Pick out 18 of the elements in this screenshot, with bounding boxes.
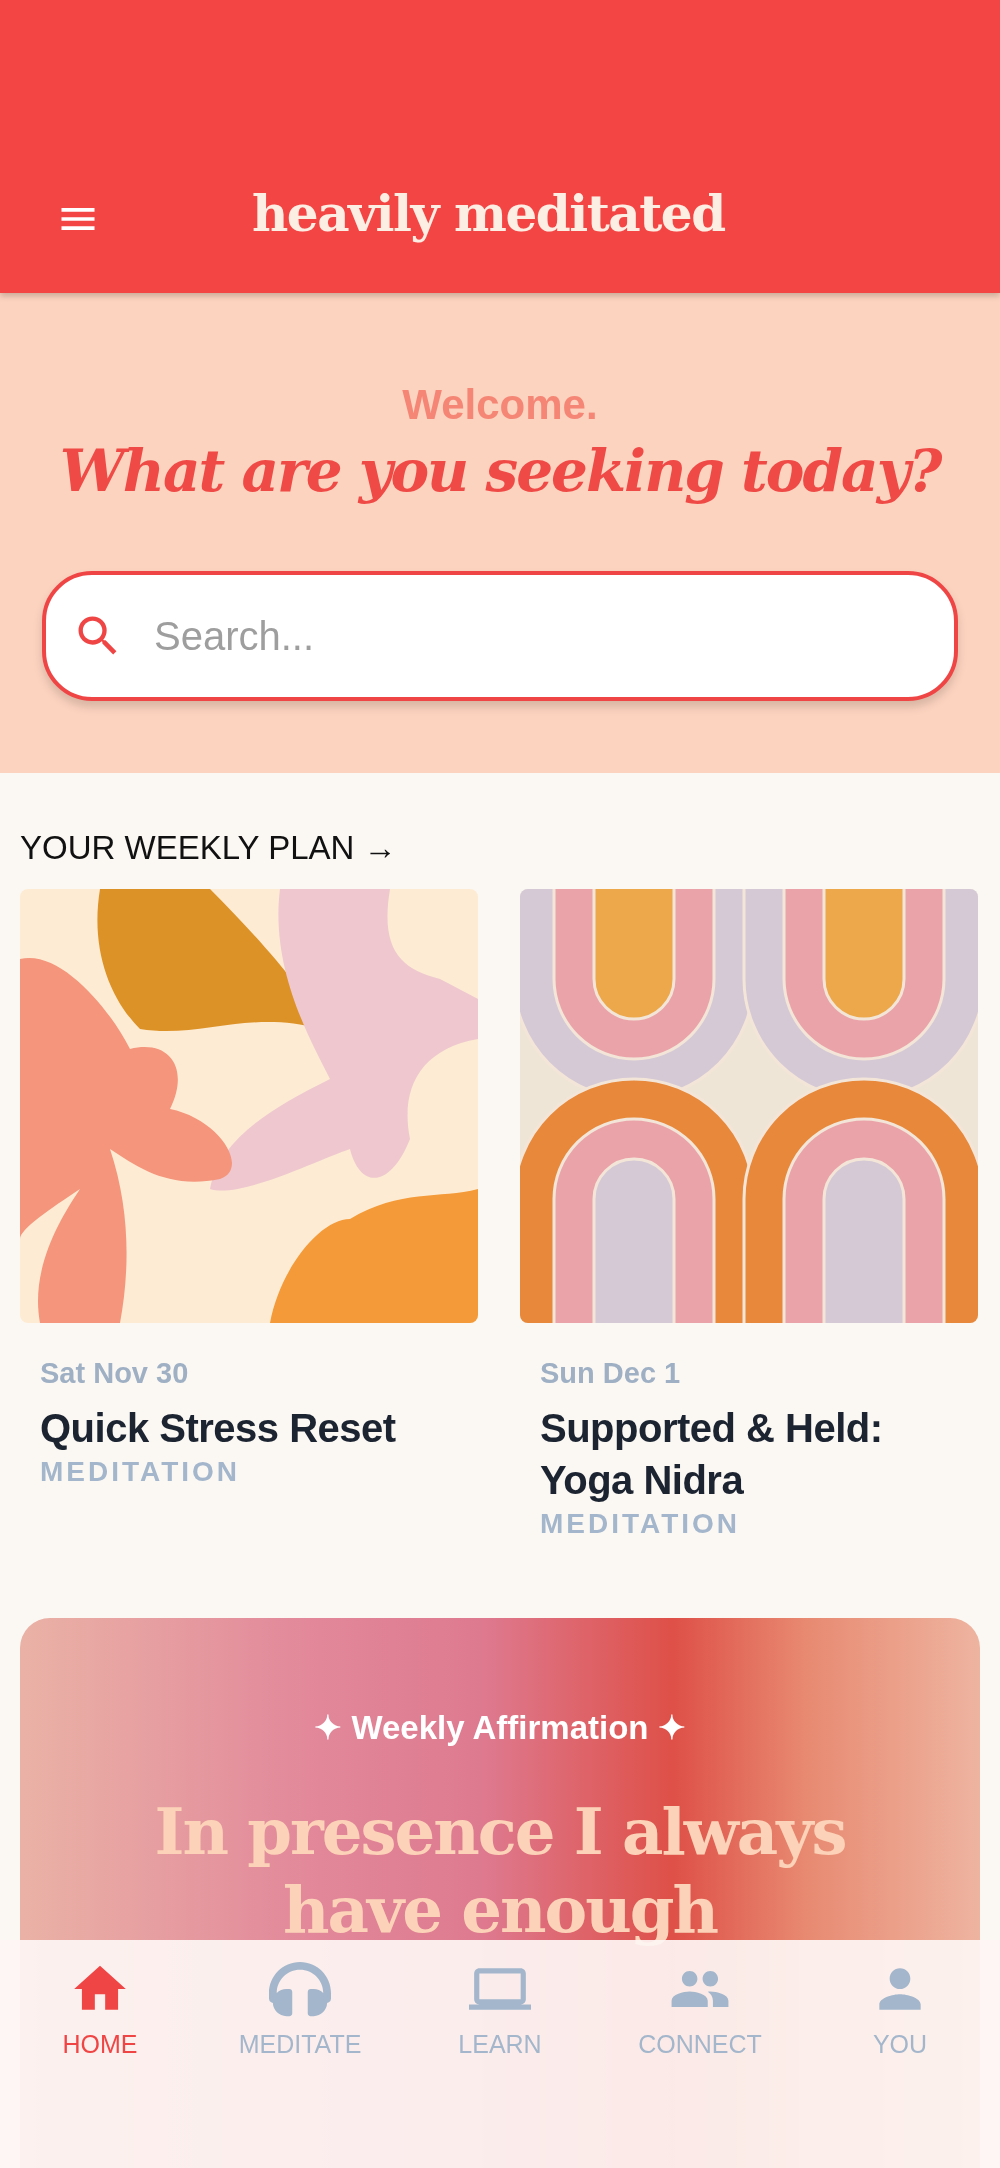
nav-tab[interactable]: CONNECT [638, 1958, 762, 2059]
session-category: MEDITATION [40, 1456, 242, 1488]
section-heading[interactable]: YOUR WEEKLY PLAN → [20, 829, 980, 867]
session-title[interactable]: Quick Stress Reset [40, 1402, 478, 1454]
nav-tab[interactable]: MEDITATE [238, 1958, 362, 2059]
affirmation-text: In presence I always have enough [153, 1793, 847, 1949]
nav-tab[interactable]: HOME [62, 1958, 138, 2059]
session-title[interactable]: Supported & Held: Yoga Nidra [540, 1402, 978, 1506]
session-date: Sat Nov 30 [40, 1357, 190, 1390]
session-category: MEDITATION [540, 1508, 742, 1540]
welcome-text: Welcome. [402, 381, 598, 429]
affirmation-label: ✦ Weekly Affirmation ✦ [314, 1708, 686, 1747]
session-date: Sun Dec 1 [540, 1357, 682, 1390]
nav-tab[interactable]: LEARN [458, 1958, 542, 2059]
app-title: heavily meditated [252, 184, 725, 243]
search-bar[interactable]: Search... [42, 571, 958, 701]
nav-tab[interactable]: YOU [869, 1958, 931, 2059]
welcome-question: What are you seeking today? [59, 437, 941, 505]
